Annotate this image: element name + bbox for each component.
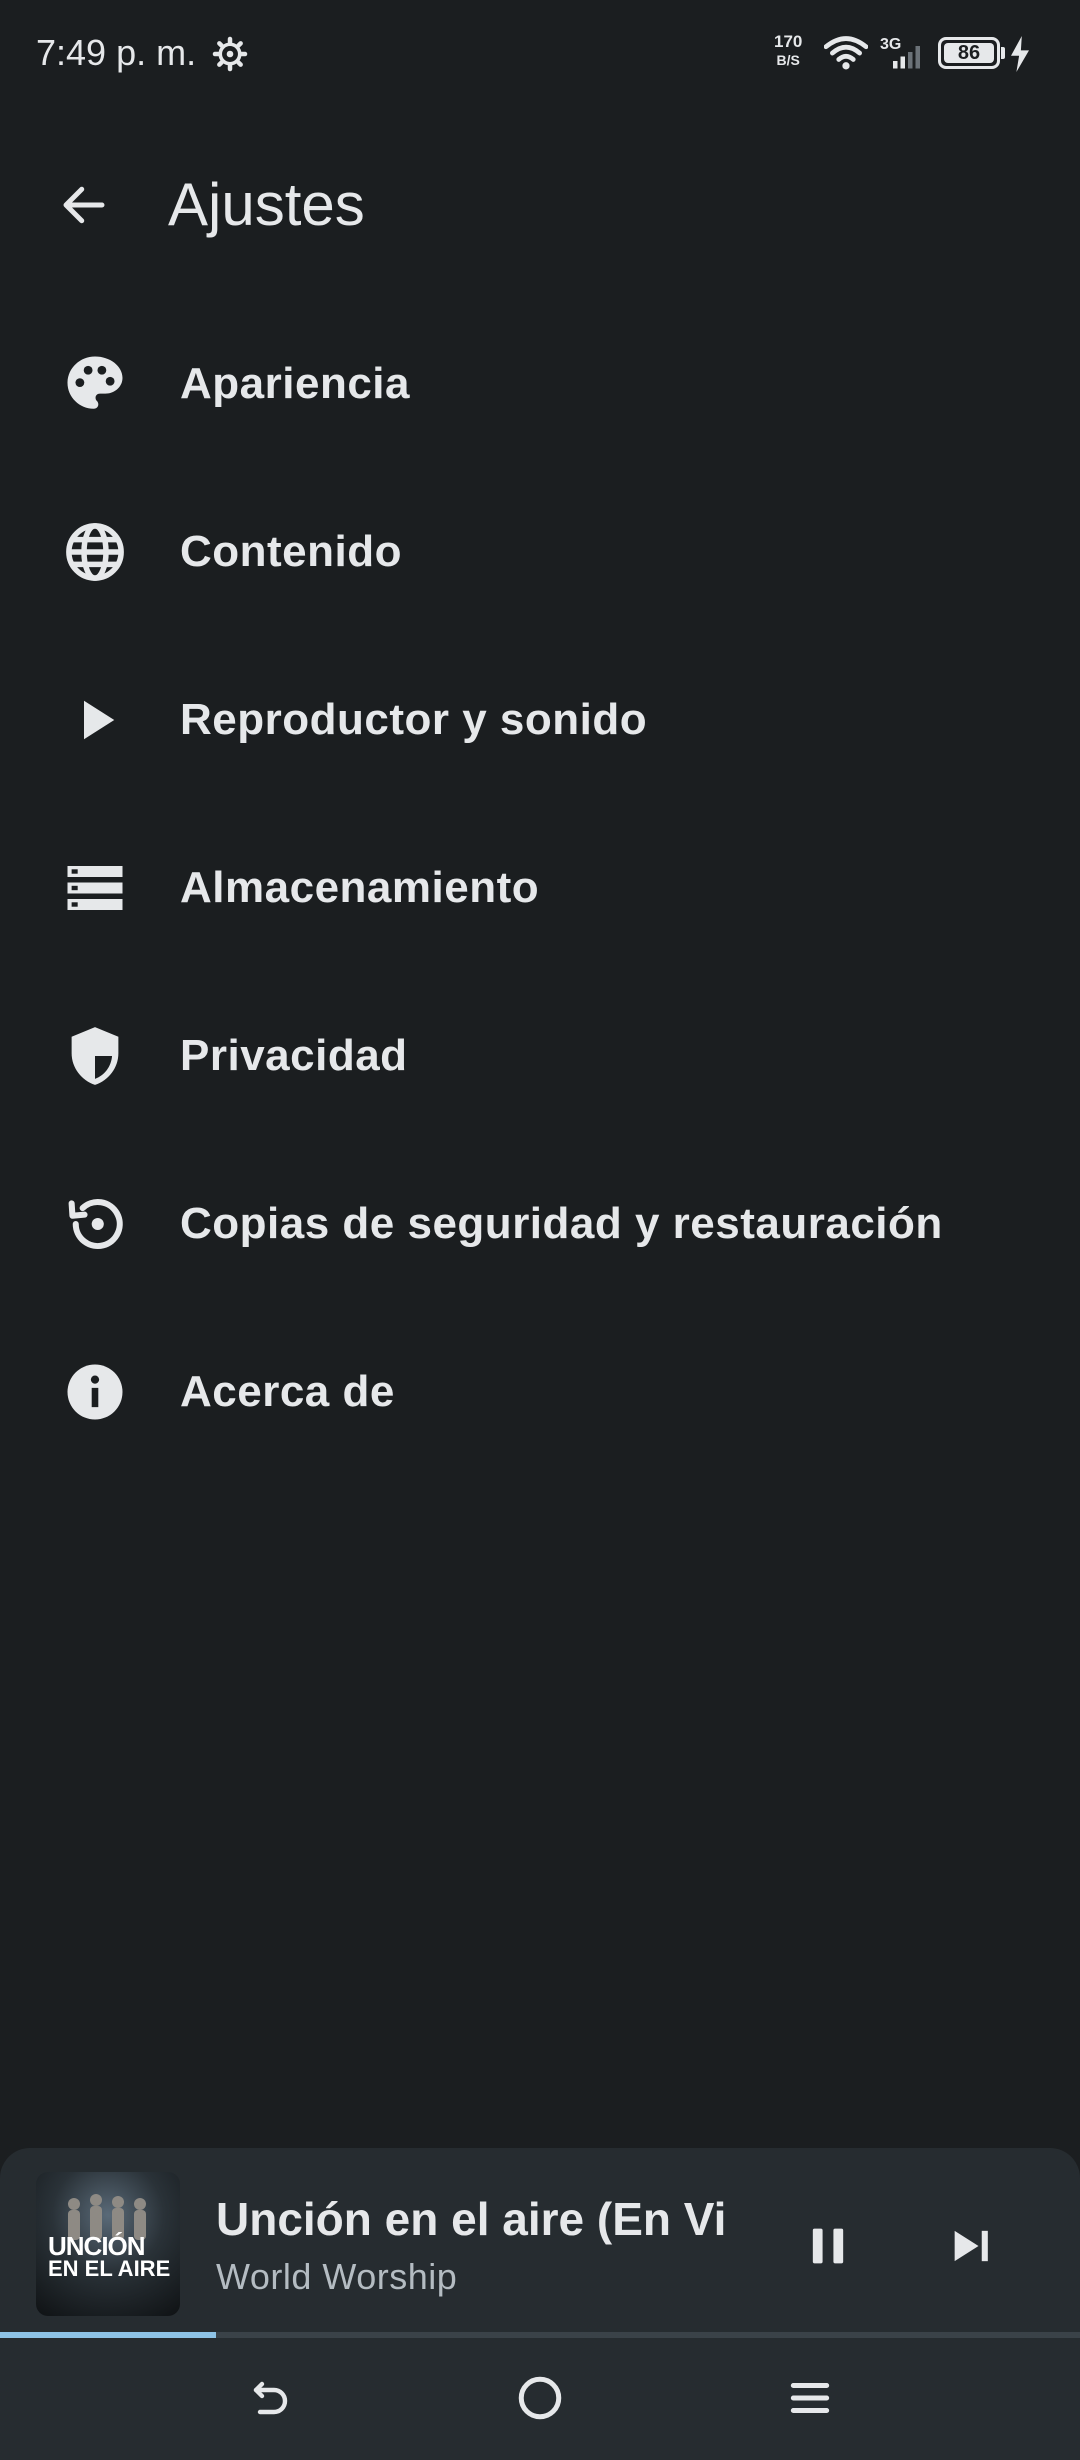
charging-icon bbox=[1011, 36, 1029, 72]
settings-item-label: Contenido bbox=[180, 527, 403, 576]
page-title: Ajustes bbox=[168, 171, 365, 238]
settings-item-label: Reproductor y sonido bbox=[180, 695, 648, 744]
album-art[interactable]: UNCIÓN EN EL AIRE bbox=[36, 2172, 180, 2316]
nav-home-button[interactable] bbox=[500, 2368, 580, 2428]
system-nav-bar bbox=[0, 2338, 1080, 2460]
settings-item-reproductor[interactable]: Reproductor y sonido bbox=[0, 636, 1080, 804]
pause-icon bbox=[812, 2228, 844, 2264]
arrow-back-icon bbox=[63, 186, 105, 224]
track-title: Unción en el aire (En Vivo) bbox=[216, 2193, 724, 2245]
skip-next-button[interactable] bbox=[934, 2208, 1010, 2284]
signal-icon bbox=[893, 46, 920, 69]
nav-back-button[interactable] bbox=[230, 2368, 310, 2428]
album-art-subtitle: EN EL AIRE bbox=[48, 2256, 171, 2281]
network-speed: 170 B/S bbox=[774, 33, 802, 69]
play-icon bbox=[56, 681, 134, 759]
nav-back-icon bbox=[253, 2381, 288, 2415]
settings-item-privacidad[interactable]: Privacidad bbox=[0, 972, 1080, 1140]
settings-item-label: Copias de seguridad y restauración bbox=[180, 1199, 943, 1248]
network-speed-unit: B/S bbox=[776, 52, 800, 68]
settings-item-acerca-de[interactable]: Acerca de bbox=[0, 1308, 1080, 1476]
settings-item-almacenamiento[interactable]: Almacenamiento bbox=[0, 804, 1080, 972]
battery-level: 86 bbox=[944, 43, 994, 63]
album-art-title: UNCIÓN bbox=[48, 2231, 146, 2261]
settings-list: Apariencia Contenido Reproductor y sonid… bbox=[0, 300, 1080, 1476]
battery-icon: 86 bbox=[938, 37, 1000, 69]
back-button[interactable] bbox=[44, 170, 124, 240]
restore-icon bbox=[56, 1185, 134, 1263]
track-artist: World Worship bbox=[216, 2256, 458, 2297]
status-bar: 7:49 p. m. 170 B/S 3G 86 bbox=[0, 0, 1080, 110]
settings-screen: 7:49 p. m. 170 B/S 3G 86 Ajustes Aparien… bbox=[0, 0, 1080, 2460]
globe-icon bbox=[56, 513, 134, 591]
shield-icon bbox=[56, 1017, 134, 1095]
battery-tip bbox=[1001, 47, 1005, 59]
nav-recents-button[interactable] bbox=[770, 2368, 850, 2428]
wifi-icon bbox=[824, 36, 868, 70]
settings-item-label: Acerca de bbox=[180, 1367, 395, 1416]
network-speed-value: 170 bbox=[774, 32, 803, 51]
settings-item-contenido[interactable]: Contenido bbox=[0, 468, 1080, 636]
settings-item-label: Privacidad bbox=[180, 1031, 408, 1080]
mini-player[interactable]: UNCIÓN EN EL AIRE Unción en el aire (En … bbox=[0, 2148, 1080, 2338]
nav-menu-icon bbox=[790, 2383, 830, 2413]
pause-button[interactable] bbox=[790, 2208, 866, 2284]
settings-item-copias[interactable]: Copias de seguridad y restauración bbox=[0, 1140, 1080, 1308]
nav-home-icon bbox=[518, 2376, 562, 2420]
settings-item-label: Apariencia bbox=[180, 359, 410, 408]
status-time: 7:49 p. m. bbox=[36, 32, 197, 73]
info-icon bbox=[56, 1353, 134, 1431]
gear-icon bbox=[212, 36, 248, 72]
settings-item-label: Almacenamiento bbox=[180, 863, 540, 912]
app-bar: Ajustes bbox=[0, 150, 1080, 260]
storage-icon bbox=[56, 849, 134, 927]
skip-next-icon bbox=[954, 2230, 988, 2262]
palette-icon bbox=[56, 345, 134, 423]
settings-item-apariencia[interactable]: Apariencia bbox=[0, 300, 1080, 468]
